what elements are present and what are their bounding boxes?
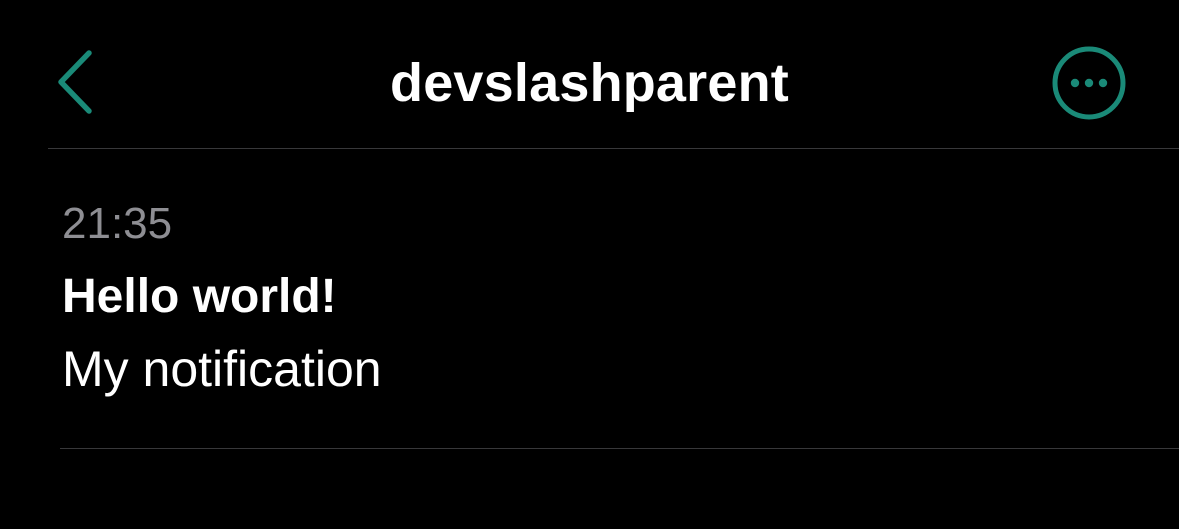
notification-body: My notification: [62, 341, 382, 397]
page-title: devslashparent: [390, 53, 789, 113]
ellipsis-circle-icon: [1052, 46, 1126, 120]
navigation-bar: devslashparent: [0, 0, 1179, 148]
more-options-button[interactable]: [1049, 45, 1129, 121]
notification-title: Hello world!: [62, 270, 337, 323]
list-divider: [60, 448, 1179, 449]
notification-item[interactable]: 21:35 Hello world! My notification: [0, 149, 1179, 448]
notification-time: 21:35: [62, 199, 173, 248]
